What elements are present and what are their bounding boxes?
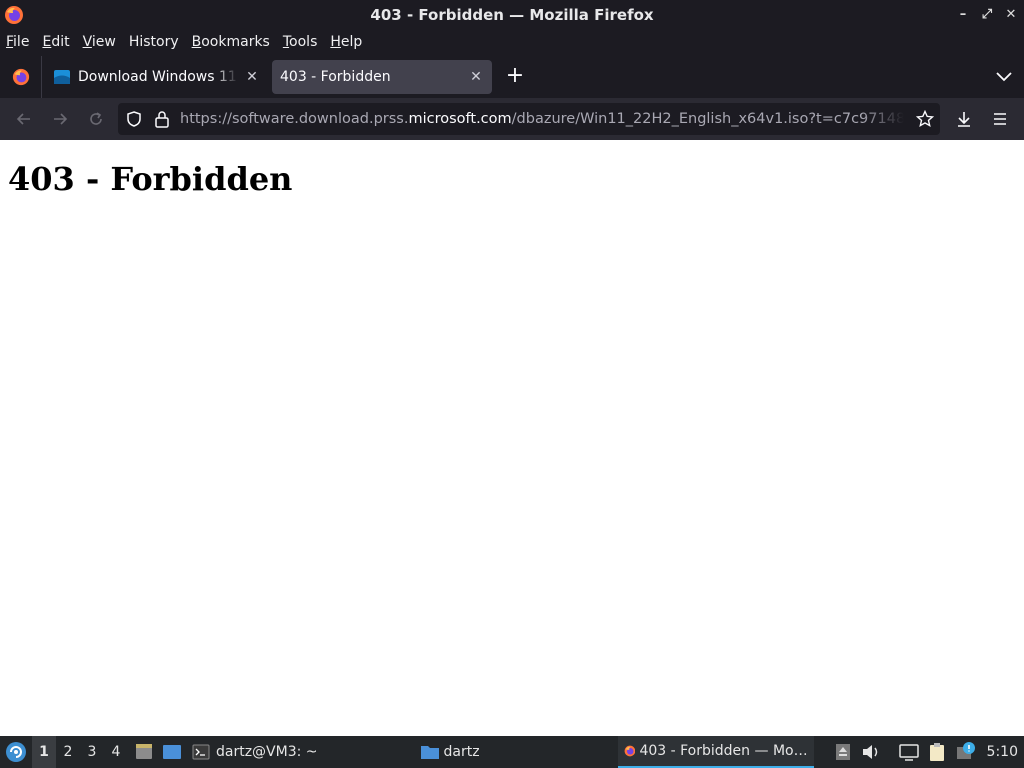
desktop-icon[interactable] [162,742,182,762]
menu-tools[interactable]: Tools [283,34,318,50]
download-icon [958,112,970,127]
folder-icon [420,746,439,759]
task-label: 403 - Forbidden — Mo… [639,743,808,759]
app-menu-button[interactable] [982,103,1018,135]
window-controls: – ⤢ ✕ [956,6,1018,24]
downloads-button[interactable] [946,103,982,135]
forward-button[interactable] [42,103,78,135]
shield-icon[interactable] [126,111,142,127]
new-tab-button[interactable]: + [500,62,530,92]
tab-download-windows[interactable]: Download Windows 11 2 ✕ [46,60,268,94]
clipboard-icon[interactable] [926,741,948,763]
task-label: dartz@VM3: ~ [216,744,318,760]
start-menu-button[interactable] [0,736,32,768]
tab-403-forbidden[interactable]: 403 - Forbidden ✕ [272,60,492,94]
menu-view[interactable]: View [83,34,116,50]
reload-button[interactable] [78,103,114,135]
workspace-3[interactable]: 3 [80,736,104,768]
arrow-left-icon [16,113,30,125]
volume-icon[interactable] [860,741,882,763]
title-bar: 403 - Forbidden — Mozilla Firefox – ⤢ ✕ [0,0,1024,30]
menu-history[interactable]: History [129,34,179,50]
firefox-icon [12,68,29,86]
firefox-icon [5,6,23,24]
windows-favicon-icon [54,70,70,84]
menu-bookmarks[interactable]: Bookmarks [192,34,270,50]
task-label: dartz [443,744,480,760]
close-window-button[interactable]: ✕ [1004,6,1018,24]
task-folder[interactable]: dartz [414,736,486,768]
firefox-icon [624,745,635,757]
back-button[interactable] [6,103,42,135]
task-terminal[interactable]: dartz@VM3: ~ [186,736,324,768]
menu-edit[interactable]: Edit [42,34,69,50]
tab-strip: Download Windows 11 2 ✕ 403 - Forbidden … [0,56,1024,98]
maximize-button[interactable]: ⤢ [980,6,994,24]
minimize-button[interactable]: – [956,6,970,24]
chevron-down-icon[interactable] [994,68,1014,86]
tab-label: 403 - Forbidden [280,69,391,85]
close-tab-icon[interactable]: ✕ [244,69,260,85]
star-icon[interactable] [916,110,934,128]
page-heading: 403 - Forbidden [8,160,293,198]
system-tray: 5:10 [829,736,1024,768]
workspace-1[interactable]: 1 [32,736,56,768]
firefox-view-button[interactable] [0,56,42,98]
workspace-4[interactable]: 4 [104,736,128,768]
distro-logo-icon [6,742,26,762]
arrow-right-icon [54,113,68,125]
tab-label: Download Windows 11 2 [78,69,238,85]
hamburger-menu-icon [994,113,1006,125]
menu-file[interactable]: File [6,34,29,50]
task-firefox[interactable]: 403 - Forbidden — Mo… [617,736,814,768]
url-bar[interactable]: https://software.download.prss.microsoft… [118,103,940,135]
window-title: 403 - Forbidden — Mozilla Firefox [370,6,654,24]
eject-icon[interactable] [832,741,854,763]
menu-help[interactable]: Help [330,34,362,50]
reload-icon [90,112,102,125]
menu-bar: File Edit View History Bookmarks Tools H… [0,30,1024,54]
page-content: 403 - Forbidden [0,140,1024,736]
file-manager-icon[interactable] [134,742,154,762]
updates-icon[interactable] [954,741,976,763]
workspace-2[interactable]: 2 [56,736,80,768]
clock[interactable]: 5:10 [987,744,1018,760]
url-text[interactable]: https://software.download.prss.microsoft… [180,103,904,135]
network-icon[interactable] [898,741,920,763]
lock-icon[interactable] [154,110,170,128]
close-tab-icon[interactable]: ✕ [468,69,484,85]
navigation-bar: https://software.download.prss.microsoft… [0,98,1024,140]
taskbar: 1 2 3 4 dartz@VM3: ~ dartz 403 - Forbidd… [0,736,1024,768]
terminal-icon [192,744,210,760]
firefox-window: 403 - Forbidden — Mozilla Firefox – ⤢ ✕ … [0,0,1024,736]
